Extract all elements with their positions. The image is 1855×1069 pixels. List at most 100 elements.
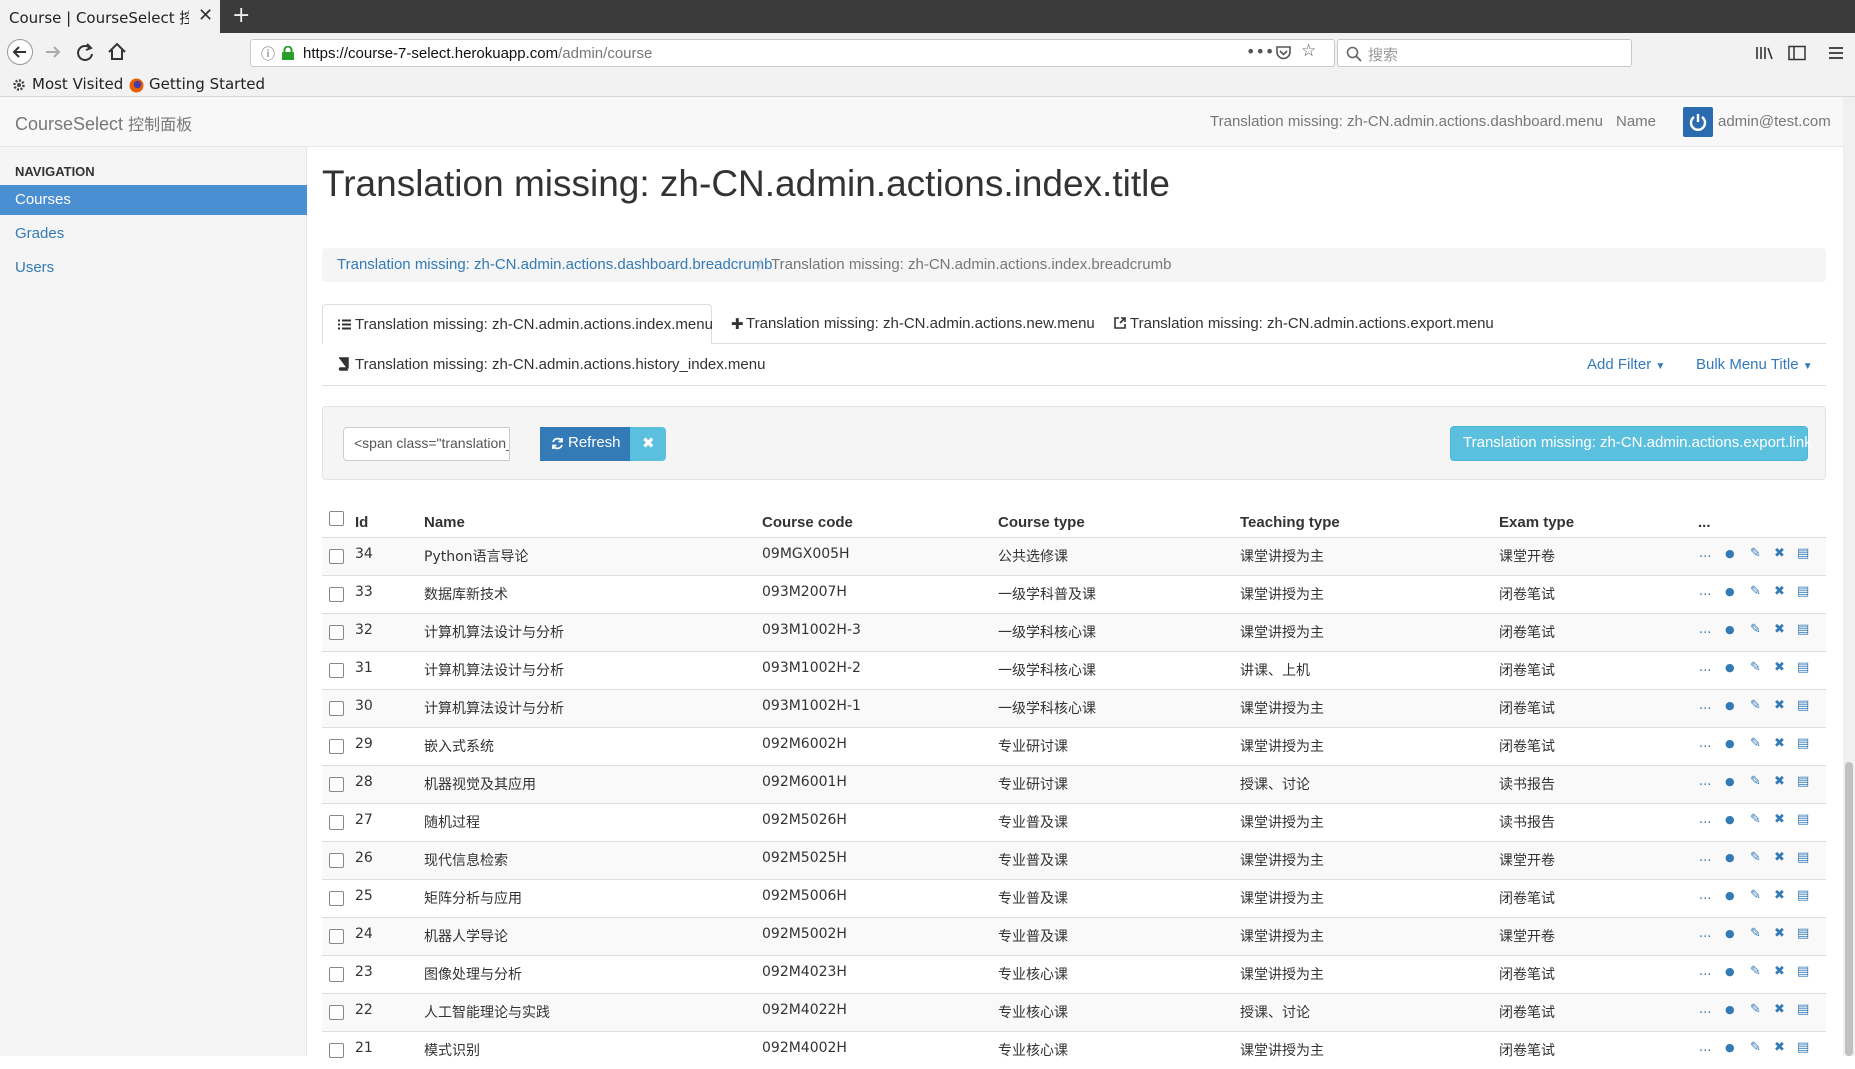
pencil-icon[interactable]: ✎ xyxy=(1750,546,1761,561)
row-checkbox[interactable] xyxy=(329,853,344,868)
sidebar-item-grades[interactable]: Grades xyxy=(0,219,307,249)
info-icon[interactable]: ● xyxy=(1725,851,1735,864)
bookmark-star-icon[interactable]: ☆ xyxy=(1301,41,1316,61)
pencil-icon[interactable]: ✎ xyxy=(1750,660,1761,675)
show-more-link[interactable]: ... xyxy=(1699,888,1711,903)
delete-icon[interactable]: ✖ xyxy=(1774,1002,1785,1017)
history-icon[interactable]: ▤ xyxy=(1797,812,1809,827)
sidebar-item-users[interactable]: Users xyxy=(0,253,307,283)
delete-icon[interactable]: ✖ xyxy=(1774,888,1785,903)
delete-icon[interactable]: ✖ xyxy=(1774,546,1785,561)
avatar[interactable] xyxy=(1683,107,1713,137)
brand[interactable]: CourseSelect 控制面板 xyxy=(15,111,192,135)
delete-icon[interactable]: ✖ xyxy=(1774,1040,1785,1055)
show-more-link[interactable]: ... xyxy=(1699,1040,1711,1055)
info-icon[interactable]: ● xyxy=(1725,623,1735,636)
delete-icon[interactable]: ✖ xyxy=(1774,698,1785,713)
browser-search-box[interactable]: 搜索 xyxy=(1337,39,1632,67)
name-link[interactable]: Name xyxy=(1616,113,1656,130)
column-header-name[interactable]: Name xyxy=(424,514,465,531)
history-icon[interactable]: ▤ xyxy=(1797,584,1809,599)
user-email-link[interactable]: admin@test.com xyxy=(1718,113,1831,130)
pencil-icon[interactable]: ✎ xyxy=(1750,698,1761,713)
delete-icon[interactable]: ✖ xyxy=(1774,584,1785,599)
library-icon[interactable] xyxy=(1755,45,1775,61)
show-more-link[interactable]: ... xyxy=(1699,546,1711,561)
browser-tab[interactable]: Course | CourseSelect 控制面 ✕ xyxy=(0,0,220,33)
info-icon[interactable]: ● xyxy=(1725,775,1735,788)
pencil-icon[interactable]: ✎ xyxy=(1750,888,1761,903)
tab-history[interactable]: Translation missing: zh-CN.admin.actions… xyxy=(355,356,765,373)
info-icon[interactable]: ● xyxy=(1725,965,1735,978)
bookmark-most-visited[interactable]: Most Visited xyxy=(32,75,123,93)
close-tab-icon[interactable]: ✕ xyxy=(198,5,213,26)
history-icon[interactable]: ▤ xyxy=(1797,1002,1809,1017)
pencil-icon[interactable]: ✎ xyxy=(1750,1002,1761,1017)
history-icon[interactable]: ▤ xyxy=(1797,698,1809,713)
tab-new[interactable]: Translation missing: zh-CN.admin.actions… xyxy=(746,315,1095,332)
show-more-link[interactable]: ... xyxy=(1699,812,1711,827)
delete-icon[interactable]: ✖ xyxy=(1774,774,1785,789)
row-checkbox[interactable] xyxy=(329,549,344,564)
delete-icon[interactable]: ✖ xyxy=(1774,622,1785,637)
select-all-checkbox[interactable] xyxy=(329,511,344,526)
row-checkbox[interactable] xyxy=(329,663,344,678)
history-icon[interactable]: ▤ xyxy=(1797,1040,1809,1055)
row-checkbox[interactable] xyxy=(329,815,344,830)
refresh-button[interactable]: Refresh xyxy=(540,427,630,461)
pencil-icon[interactable]: ✎ xyxy=(1750,774,1761,789)
export-button[interactable]: Translation missing: zh-CN.admin.actions… xyxy=(1450,426,1812,461)
home-icon[interactable] xyxy=(106,41,128,63)
sidebar-item-courses[interactable]: Courses xyxy=(0,185,307,215)
show-more-link[interactable]: ... xyxy=(1699,774,1711,789)
history-icon[interactable]: ▤ xyxy=(1797,736,1809,751)
delete-icon[interactable]: ✖ xyxy=(1774,850,1785,865)
info-icon[interactable]: ● xyxy=(1725,889,1735,902)
history-icon[interactable]: ▤ xyxy=(1797,622,1809,637)
show-more-link[interactable]: ... xyxy=(1699,698,1711,713)
column-header-code[interactable]: Course code xyxy=(762,514,853,531)
tab-export[interactable]: Translation missing: zh-CN.admin.actions… xyxy=(1130,315,1494,332)
info-icon[interactable]: ● xyxy=(1725,1003,1735,1016)
row-checkbox[interactable] xyxy=(329,587,344,602)
url-bar[interactable]: ⓘ https://course-7-select.herokuapp.com/… xyxy=(250,39,1335,67)
column-header-id[interactable]: Id xyxy=(355,514,368,531)
menu-icon[interactable] xyxy=(1828,45,1844,61)
forward-icon[interactable] xyxy=(43,42,63,62)
delete-icon[interactable]: ✖ xyxy=(1774,926,1785,941)
tab-index[interactable]: Translation missing: zh-CN.admin.actions… xyxy=(322,304,713,344)
pencil-icon[interactable]: ✎ xyxy=(1750,736,1761,751)
show-more-link[interactable]: ... xyxy=(1699,964,1711,979)
breadcrumb-dashboard[interactable]: Translation missing: zh-CN.admin.actions… xyxy=(337,256,772,273)
pencil-icon[interactable]: ✎ xyxy=(1750,926,1761,941)
history-icon[interactable]: ▤ xyxy=(1797,926,1809,941)
info-icon[interactable]: ● xyxy=(1725,699,1735,712)
delete-icon[interactable]: ✖ xyxy=(1774,812,1785,827)
clear-search-button[interactable]: ✖ xyxy=(630,427,666,461)
pencil-icon[interactable]: ✎ xyxy=(1750,964,1761,979)
scrollbar-thumb[interactable] xyxy=(1845,762,1853,1056)
history-icon[interactable]: ▤ xyxy=(1797,850,1809,865)
row-checkbox[interactable] xyxy=(329,891,344,906)
page-actions-icon[interactable]: ••• xyxy=(1246,42,1274,61)
info-icon[interactable]: ● xyxy=(1725,547,1735,560)
show-more-link[interactable]: ... xyxy=(1699,1002,1711,1017)
pencil-icon[interactable]: ✎ xyxy=(1750,850,1761,865)
delete-icon[interactable]: ✖ xyxy=(1774,964,1785,979)
info-icon[interactable]: ● xyxy=(1725,813,1735,826)
delete-icon[interactable]: ✖ xyxy=(1774,660,1785,675)
show-more-link[interactable]: ... xyxy=(1699,736,1711,751)
reload-icon[interactable] xyxy=(75,42,95,62)
pocket-icon[interactable] xyxy=(1275,45,1292,61)
bulk-menu-dropdown[interactable]: Bulk Menu Title ▼ xyxy=(1696,356,1813,373)
new-tab-button[interactable]: + xyxy=(232,3,250,28)
column-header-teaching-type[interactable]: Teaching type xyxy=(1240,514,1340,531)
search-query-input[interactable]: <span class="translation_m xyxy=(343,427,510,461)
pencil-icon[interactable]: ✎ xyxy=(1750,622,1761,637)
row-checkbox[interactable] xyxy=(329,777,344,792)
pencil-icon[interactable]: ✎ xyxy=(1750,812,1761,827)
history-icon[interactable]: ▤ xyxy=(1797,774,1809,789)
show-more-link[interactable]: ... xyxy=(1699,660,1711,675)
info-icon[interactable]: ⓘ xyxy=(261,44,275,64)
delete-icon[interactable]: ✖ xyxy=(1774,736,1785,751)
